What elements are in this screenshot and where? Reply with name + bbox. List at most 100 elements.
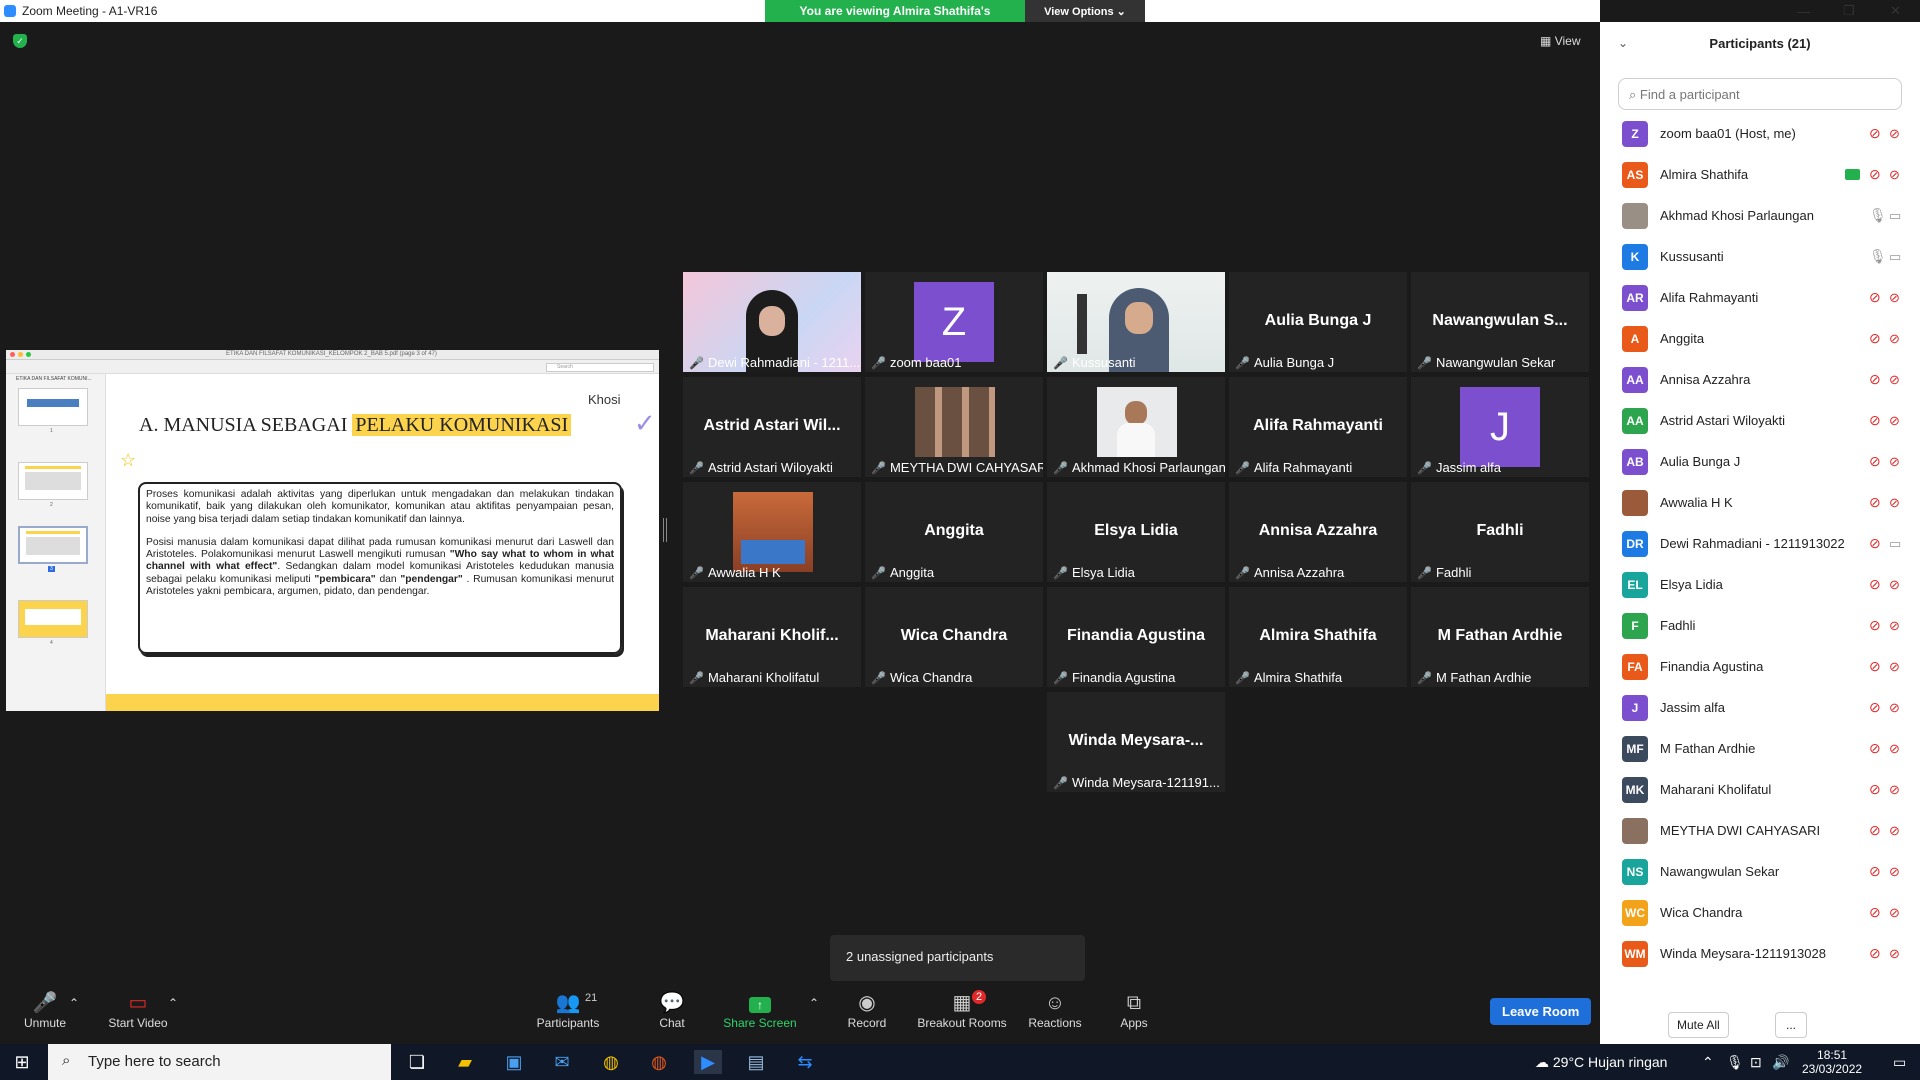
mic-icon[interactable]: 🎙 [1869,207,1887,224]
muted-mic-icon[interactable]: ⊘ [1869,371,1881,388]
video-tile[interactable]: Z 🎤 zoom baa01 [865,272,1043,372]
mute-all-button[interactable]: Mute All [1668,1012,1729,1038]
file-explorer-icon[interactable]: ▰ [451,1050,479,1074]
camera-icon[interactable]: ▭ [1889,536,1901,552]
participant-row[interactable]: Zzoom baa01 (Host, me) ⊘ ⊘ [1600,113,1920,154]
muted-mic-icon[interactable]: ⊘ [1869,863,1881,880]
participant-row[interactable]: AA Annisa Azzahra ⊘ ⊘ [1600,359,1920,400]
camera-off-icon[interactable]: ⊘ [1889,413,1900,429]
muted-mic-icon[interactable]: ⊘ [1869,125,1881,142]
video-tile[interactable]: Nawangwulan S... 🎤 Nawangwulan Sekar [1411,272,1589,372]
share-screen-button[interactable]: ↑ Share Screen [715,990,805,1030]
leave-room-button[interactable]: Leave Room [1490,998,1592,1025]
participant-row[interactable]: EL Elsya Lidia ⊘ ⊘ [1600,564,1920,605]
close-button[interactable]: ✕ [1890,0,1901,22]
video-tile[interactable]: Maharani Kholif... 🎤 Maharani Kholifatul [683,587,861,687]
notes-icon[interactable]: ▤ [742,1050,770,1074]
participant-row[interactable]: K Kussusanti 🎙 ▭ [1600,236,1920,277]
camera-icon[interactable]: ▭ [1889,249,1901,265]
find-participant-input[interactable]: ⌕ Find a participant [1618,78,1902,110]
video-tile[interactable]: Wica Chandra 🎤 Wica Chandra [865,587,1043,687]
muted-mic-icon[interactable]: ⊘ [1869,330,1881,347]
video-tile[interactable]: Anggita 🎤 Anggita [865,482,1043,582]
more-options-button[interactable]: ... [1775,1012,1808,1038]
windows-start-icon[interactable]: ⊞ [8,1050,36,1074]
chrome-profile-icon[interactable]: ◍ [645,1050,673,1074]
participant-row[interactable]: AB Aulia Bunga J ⊘ ⊘ [1600,441,1920,482]
muted-mic-icon[interactable]: ⊘ [1869,494,1881,511]
task-view-icon[interactable]: ❏ [403,1050,431,1074]
participant-row[interactable]: NS Nawangwulan Sekar ⊘ ⊘ [1600,851,1920,892]
camera-off-icon[interactable]: ⊘ [1889,454,1900,470]
participant-row[interactable]: AA Astrid Astari Wiloyakti ⊘ ⊘ [1600,400,1920,441]
chrome-icon[interactable]: ◍ [597,1050,625,1074]
shared-screen[interactable]: ETIKA DAN FILSAFAT KOMUNIKASI_KELOMPOK 2… [6,350,659,711]
video-tile[interactable]: 🎤 Kussusanti [1047,272,1225,372]
video-tile[interactable]: Almira Shathifa 🎤 Almira Shathifa [1229,587,1407,687]
muted-mic-icon[interactable]: ⊘ [1869,453,1881,470]
muted-mic-icon[interactable]: ⊘ [1869,535,1881,552]
participant-row[interactable]: WM Winda Meysara-1211913028 ⊘ ⊘ [1600,933,1920,974]
taskbar-search-box[interactable]: ⌕ Type here to search [48,1044,391,1080]
chat-button[interactable]: 💬 Chat [627,990,717,1030]
participants-button[interactable]: 👥 21 Participants [523,990,613,1030]
reactions-button[interactable]: ☺ Reactions [1010,990,1100,1030]
apps-button[interactable]: ⧉ Apps [1089,990,1179,1030]
muted-mic-icon[interactable]: ⊘ [1869,658,1881,675]
camera-icon[interactable]: ▭ [1889,208,1901,224]
volume-icon[interactable]: 🔊 [1772,1044,1789,1080]
camera-off-icon[interactable]: ⊘ [1889,372,1900,388]
muted-mic-icon[interactable]: ⊘ [1869,617,1881,634]
audio-options-caret[interactable]: ⌃ [64,996,84,1010]
muted-mic-icon[interactable]: ⊘ [1869,740,1881,757]
zoom-taskbar-icon[interactable]: ▶ [694,1050,722,1074]
participant-row[interactable]: Akhmad Khosi Parlaungan 🎙 ▭ [1600,195,1920,236]
camera-off-icon[interactable]: ⊘ [1889,700,1900,716]
camera-off-icon[interactable]: ⊘ [1889,905,1900,921]
camera-off-icon[interactable]: ⊘ [1889,290,1900,306]
record-button[interactable]: ◉ Record [822,990,912,1030]
breakout-rooms-button[interactable]: ▦ 2 Breakout Rooms [912,990,1012,1030]
camera-off-icon[interactable]: ⊘ [1889,577,1900,593]
participant-row[interactable]: FA Finandia Agustina ⊘ ⊘ [1600,646,1920,687]
participant-row[interactable]: WC Wica Chandra ⊘ ⊘ [1600,892,1920,933]
taskbar-clock[interactable]: 18:51 23/03/2022 [1802,1048,1862,1076]
video-tile[interactable]: J 🎤 Jassim alfa [1411,377,1589,477]
muted-mic-icon[interactable]: ⊘ [1869,289,1881,306]
muted-mic-icon[interactable]: ⊘ [1869,412,1881,429]
store-icon[interactable]: ▣ [500,1050,528,1074]
view-button[interactable]: ▦ View [1540,34,1580,48]
participant-row[interactable]: DR Dewi Rahmadiani - 1211913022 ⊘ ▭ [1600,523,1920,564]
video-tile[interactable]: Winda Meysara-... 🎤 Winda Meysara-121191..… [1047,692,1225,792]
participant-row[interactable]: MEYTHA DWI CAHYASARI ⊘ ⊘ [1600,810,1920,851]
muted-mic-icon[interactable]: ⊘ [1869,822,1881,839]
tray-chevron-icon[interactable]: ⌃ [1702,1044,1714,1080]
participant-row[interactable]: J Jassim alfa ⊘ ⊘ [1600,687,1920,728]
video-tile[interactable]: Fadhli 🎤 Fadhli [1411,482,1589,582]
network-icon[interactable]: ⊡ [1750,1044,1762,1080]
camera-off-icon[interactable]: ⊘ [1889,495,1900,511]
camera-off-icon[interactable]: ⊘ [1889,782,1900,798]
participant-row[interactable]: AS Almira Shathifa ⊘ ⊘ [1600,154,1920,195]
weather-widget[interactable]: ☁ 29°C Hujan ringan [1535,1044,1667,1080]
video-tile[interactable]: M Fathan Ardhie 🎤 M Fathan Ardhie [1411,587,1589,687]
view-options-button[interactable]: View Options ⌄ [1025,0,1145,22]
video-tile[interactable]: 🎤 Akhmad Khosi Parlaungan [1047,377,1225,477]
video-tile[interactable]: Alifa Rahmayanti 🎤 Alifa Rahmayanti [1229,377,1407,477]
security-shield-icon[interactable]: ✓ [13,34,27,48]
minimize-button[interactable]: — [1797,0,1810,22]
teamviewer-icon[interactable]: ⇆ [791,1050,819,1074]
video-tile[interactable]: 🎤 Awwalia H K [683,482,861,582]
camera-off-icon[interactable]: ⊘ [1889,741,1900,757]
participant-row[interactable]: MF M Fathan Ardhie ⊘ ⊘ [1600,728,1920,769]
camera-off-icon[interactable]: ⊘ [1889,126,1900,142]
video-tile[interactable]: 🎤 Dewi Rahmadiani - 1211... [683,272,861,372]
video-tile[interactable]: 🎤 MEYTHA DWI CAHYASARI [865,377,1043,477]
camera-off-icon[interactable]: ⊘ [1889,946,1900,962]
muted-mic-icon[interactable]: ⊘ [1869,166,1881,183]
share-options-caret[interactable]: ⌃ [804,996,824,1010]
muted-mic-icon[interactable]: ⊘ [1869,904,1881,921]
camera-off-icon[interactable]: ⊘ [1889,823,1900,839]
participant-row[interactable]: F Fadhli ⊘ ⊘ [1600,605,1920,646]
camera-off-icon[interactable]: ⊘ [1889,618,1900,634]
